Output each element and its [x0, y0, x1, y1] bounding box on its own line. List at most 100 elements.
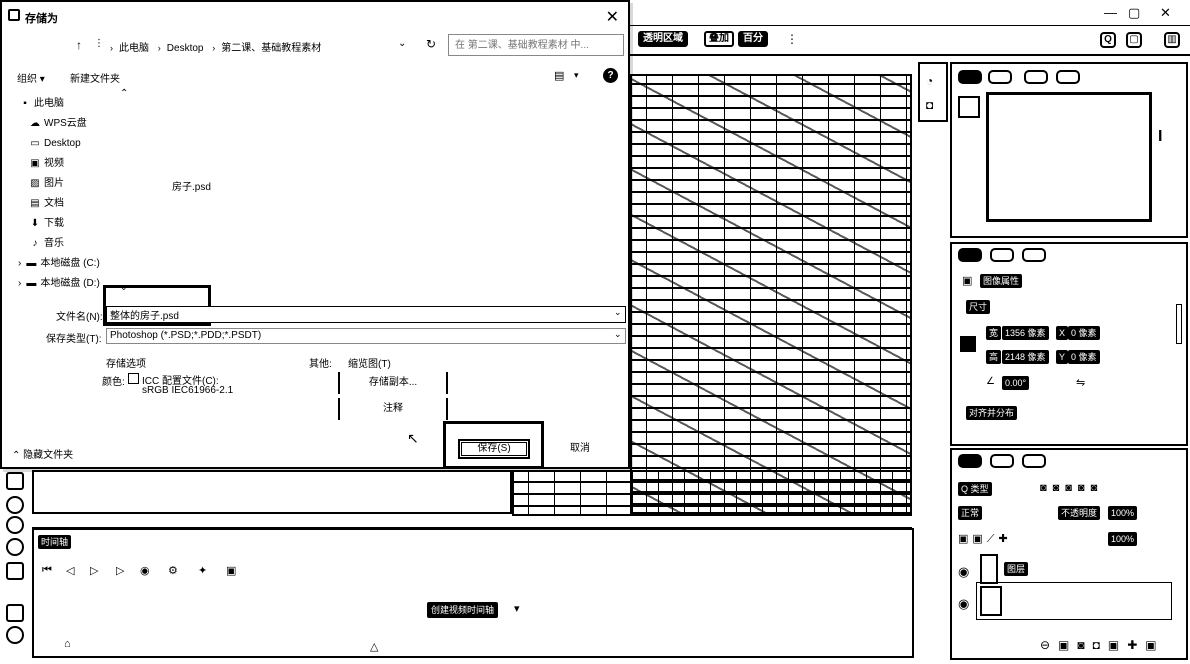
breadcrumb-item[interactable]: 此电脑: [119, 43, 149, 54]
paths-tab[interactable]: [1022, 454, 1046, 468]
libraries-tab[interactable]: [1022, 248, 1046, 262]
hide-folders-toggle[interactable]: ⌃ 隐藏文件夹: [12, 446, 73, 461]
layer-name[interactable]: 图层: [1004, 562, 1029, 576]
nav-item[interactable]: ⬇ 下载: [28, 216, 64, 232]
height-value[interactable]: 2148 像素: [1002, 350, 1049, 364]
color-tab[interactable]: [1056, 70, 1080, 84]
minimize-icon[interactable]: —: [1104, 5, 1117, 20]
properties-tab[interactable]: [958, 248, 982, 262]
file-list-item[interactable]: 房子.psd: [172, 178, 211, 193]
navigator-tab[interactable]: [958, 70, 982, 84]
histogram-tab[interactable]: [988, 70, 1012, 84]
nav-item[interactable]: › ▬ 本地磁盘 (C:): [18, 256, 100, 272]
nav-item[interactable]: ▨ 图片: [28, 176, 64, 192]
breadcrumb-item[interactable]: 第二课、基础教程素材: [221, 43, 321, 54]
notes-button[interactable]: 注释: [338, 398, 448, 420]
blend-mode-select[interactable]: 正常: [958, 506, 983, 520]
width-value[interactable]: 1356 像素: [1002, 326, 1049, 340]
adjustments-tab[interactable]: [990, 248, 1014, 262]
nav-item[interactable]: ▤ 文档: [28, 196, 64, 212]
edit-toolbar-icon[interactable]: [6, 472, 24, 490]
snapshot-icon[interactable]: [958, 96, 980, 118]
angle-value[interactable]: 0.00°: [1002, 376, 1030, 390]
link-icon[interactable]: [960, 336, 976, 352]
thumbnail-option[interactable]: 缩览图(T): [348, 355, 391, 370]
refresh-icon[interactable]: ↻: [426, 37, 436, 51]
save-button[interactable]: 保存(S): [458, 439, 530, 459]
layer-filter-icons[interactable]: ◙◙◙◙◙: [1040, 482, 1103, 494]
overlay-button[interactable]: 叠加: [704, 31, 734, 47]
icc-profile-checkbox[interactable]: [128, 373, 139, 384]
nav-item[interactable]: ▣ 视频: [28, 156, 64, 172]
comment-icon[interactable]: ◘: [926, 98, 933, 112]
screen-mode-icon[interactable]: [6, 626, 24, 644]
hand-tool-icon[interactable]: [6, 496, 24, 514]
audio-icon[interactable]: ◉: [140, 564, 150, 577]
visibility-eye-icon[interactable]: ◉: [958, 564, 969, 580]
timeline-dropdown-icon[interactable]: ▾: [514, 602, 520, 615]
filename-input[interactable]: [106, 306, 626, 323]
history-icon[interactable]: ◔: [926, 74, 933, 88]
transparent-region-button[interactable]: 透明区域: [638, 31, 688, 47]
nav-item[interactable]: ▭ Desktop: [28, 136, 80, 152]
timeline-zoom-icon[interactable]: ⌂: [64, 638, 71, 650]
more-options-icon[interactable]: ⋮: [786, 32, 798, 46]
nav-item[interactable]: › ▬ 本地磁盘 (D:): [18, 276, 100, 292]
zoom-tool-icon[interactable]: [6, 516, 24, 534]
canvas-image[interactable]: [630, 74, 912, 514]
info-tab[interactable]: [1024, 70, 1048, 84]
layer-row-selected[interactable]: [976, 582, 1172, 620]
layer-filter-kind[interactable]: Q 类型: [958, 482, 992, 496]
navigator-preview[interactable]: [986, 92, 1152, 222]
cancel-button[interactable]: 取消: [550, 439, 610, 459]
timeline-slider-icon[interactable]: △: [370, 640, 378, 653]
layers-tab[interactable]: [958, 454, 982, 468]
view-options-icon[interactable]: ▤: [554, 69, 564, 82]
workspace-icon[interactable]: ▥: [1164, 32, 1180, 48]
transition-icon[interactable]: ✦: [198, 564, 207, 577]
foreground-background-icon[interactable]: [6, 562, 24, 580]
layer-thumbnail-2[interactable]: [980, 586, 1002, 616]
lock-icons[interactable]: ▣▣⟋✚: [958, 532, 1012, 546]
opacity-value[interactable]: 100%: [1108, 506, 1138, 520]
layer-bottom-icons[interactable]: ⊖▣◙◘▣✚▣: [1040, 638, 1165, 652]
close-icon[interactable]: ✕: [606, 7, 619, 27]
organize-menu[interactable]: 组织 ▾: [17, 70, 45, 85]
next-frame-icon[interactable]: ▷: [116, 564, 124, 577]
maximize-icon[interactable]: ▢: [1128, 5, 1140, 21]
canvas-image-lower[interactable]: [512, 470, 912, 516]
nav-item[interactable]: ♪ 音乐: [28, 236, 65, 252]
chevron-down-icon[interactable]: ⌄: [614, 307, 622, 318]
first-frame-icon[interactable]: ⏮: [42, 564, 52, 577]
new-folder-button[interactable]: 新建文件夹: [70, 70, 120, 85]
prev-frame-icon[interactable]: ◁: [66, 564, 74, 577]
render-icon[interactable]: ▣: [226, 564, 236, 577]
recent-locations-icon[interactable]: ⋮: [94, 38, 104, 49]
search-input[interactable]: [448, 34, 624, 56]
play-icon[interactable]: ▷: [90, 564, 98, 577]
help-icon[interactable]: ?: [603, 68, 618, 83]
properties-scrollbar[interactable]: [1176, 304, 1182, 344]
view-dropdown-icon[interactable]: ▾: [574, 70, 579, 81]
create-video-timeline-button[interactable]: 创建视频时间轴: [427, 602, 499, 618]
breadcrumb[interactable]: › 此电脑 › Desktop › 第二课、基础教程素材: [104, 39, 321, 54]
close-icon[interactable]: ✕: [1160, 5, 1171, 21]
channels-tab[interactable]: [990, 454, 1014, 468]
layer-thumbnail[interactable]: [980, 554, 998, 584]
canvas-empty-area[interactable]: [32, 470, 512, 514]
fill-value[interactable]: 100%: [1108, 532, 1138, 546]
chevron-right-icon[interactable]: ›: [18, 278, 21, 289]
quick-mask-icon[interactable]: [6, 604, 24, 622]
zoom-slider-icon[interactable]: I: [1158, 128, 1162, 146]
visibility-eye-icon-2[interactable]: ◉: [958, 596, 969, 612]
chevron-right-icon[interactable]: ›: [18, 258, 21, 269]
save-copy-button[interactable]: 存储副本...: [338, 372, 448, 394]
settings-icon[interactable]: ⚙: [168, 564, 178, 577]
y-value[interactable]: 0 像素: [1068, 350, 1100, 364]
flip-icon[interactable]: ⇋: [1076, 376, 1085, 389]
filetype-select[interactable]: Photoshop (*.PSD;*.PDD;*.PSDT): [106, 328, 626, 344]
nav-item[interactable]: ☁ WPS云盘: [28, 116, 87, 132]
percent-button[interactable]: 百分: [738, 31, 768, 47]
search-icon[interactable]: Q: [1100, 32, 1116, 48]
more-tools-icon[interactable]: [6, 538, 24, 556]
